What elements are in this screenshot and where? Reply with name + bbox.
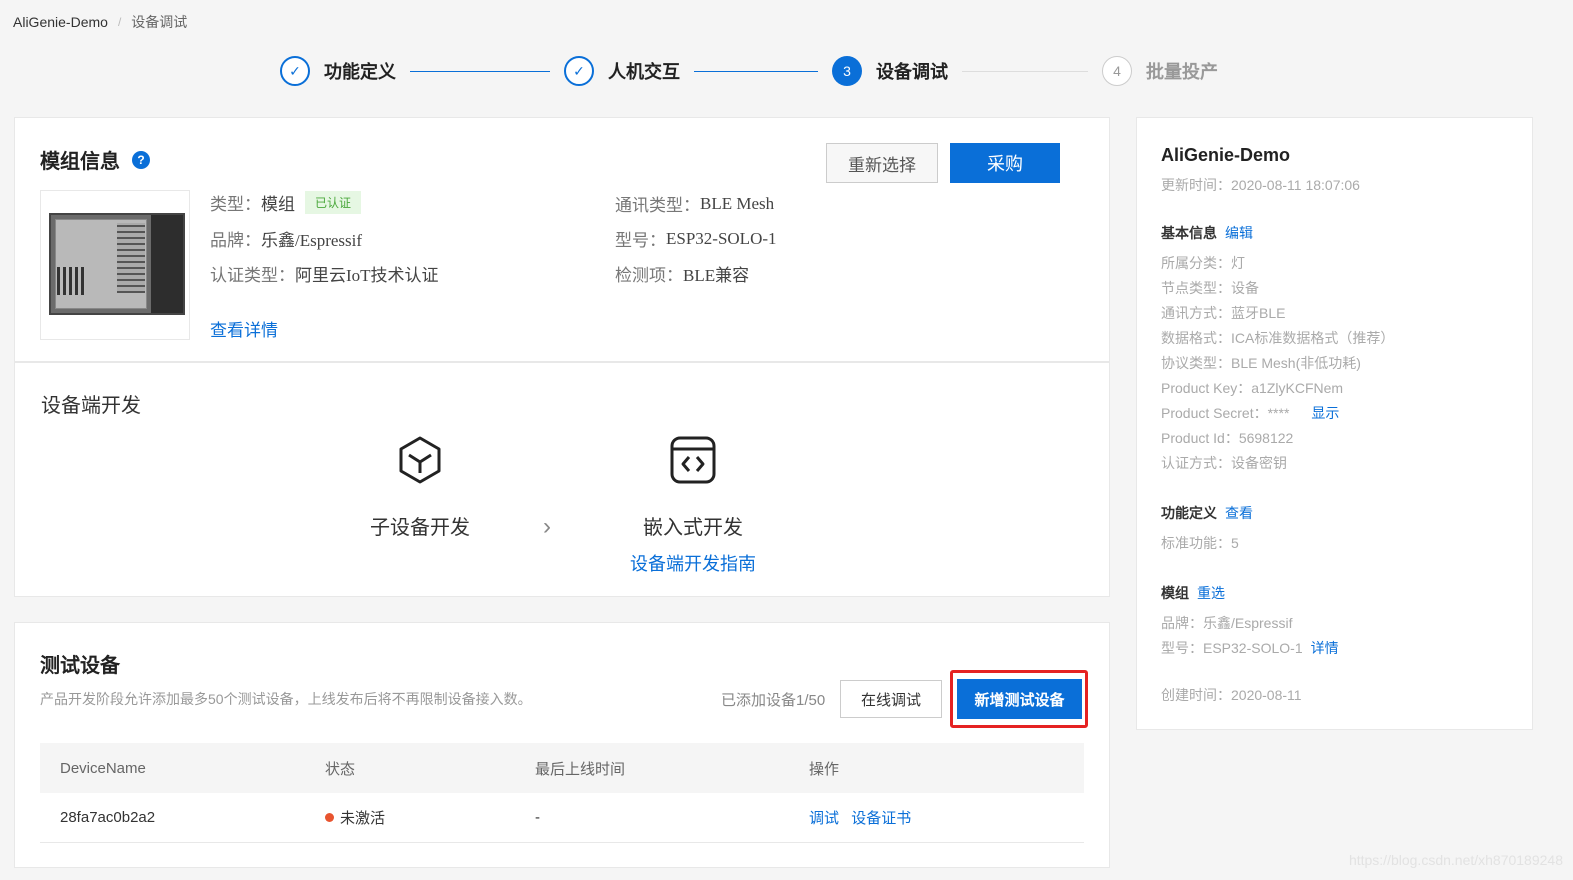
- progress-steps: ✓ 功能定义 ✓ 人机交互 3 设备调试 4 批量投产: [280, 54, 1218, 88]
- reselect-module-link[interactable]: 重选: [1197, 585, 1225, 601]
- module-info-card: 模组信息 ? 重新选择 采购 类型： 模组 已认证 品牌： 乐鑫/Espress…: [14, 117, 1110, 362]
- add-test-device-button[interactable]: 新增测试设备: [957, 679, 1082, 719]
- breadcrumb-separator: /: [117, 15, 122, 29]
- module-comm-type: 通讯类型： BLE Mesh: [615, 193, 775, 216]
- actions-cell: 调试 设备证书: [809, 807, 1084, 828]
- buy-button[interactable]: 采购: [950, 143, 1060, 183]
- step-human-interaction[interactable]: ✓ 人机交互: [564, 56, 680, 86]
- check-icon: ✓: [564, 56, 594, 86]
- certified-badge: 已认证: [305, 191, 362, 214]
- sub-device-dev-option[interactable]: 子设备开发: [365, 435, 475, 540]
- standard-functions-line: 标准功能：5: [1161, 535, 1239, 551]
- product-secret-line: Product Secret：**** 显示: [1161, 405, 1340, 421]
- view-details-link[interactable]: 查看详情: [210, 316, 278, 341]
- help-icon[interactable]: ?: [132, 150, 150, 169]
- breadcrumb: AliGenie-Demo / 设备调试: [13, 12, 187, 32]
- step-label: 人机交互: [608, 62, 680, 82]
- module-cert-type: 认证类型： 阿里云IoT技术认证: [210, 266, 439, 285]
- qr-code: [57, 267, 85, 295]
- status-dot-icon: [325, 813, 334, 822]
- check-icon: ✓: [280, 56, 310, 86]
- module-info-title: 模组信息 ?: [40, 145, 150, 174]
- module-heading: 模组 重选: [1161, 585, 1225, 601]
- step-mass-production[interactable]: 4 批量投产: [1102, 56, 1218, 86]
- chevron-right-icon: ›: [543, 513, 551, 540]
- sub-device-dev-label: 子设备开发: [370, 517, 470, 539]
- table-header: DeviceName 状态 最后上线时间 操作: [40, 743, 1084, 793]
- table-row: 28fa7ac0b2a2 未激活 - 调试 设备证书: [40, 793, 1084, 843]
- device-dev-guide-link[interactable]: 设备端开发指南: [620, 550, 766, 576]
- step-number: 3: [832, 56, 862, 86]
- category-line: 所属分类：灯: [1161, 255, 1245, 271]
- node-type-line: 节点类型：设备: [1161, 280, 1259, 296]
- auth-method-line: 认证方式：设备密钥: [1161, 455, 1287, 471]
- view-functions-link[interactable]: 查看: [1225, 505, 1253, 521]
- device-name-cell: 28fa7ac0b2a2: [60, 809, 156, 826]
- step-function-definition[interactable]: ✓ 功能定义: [280, 56, 396, 86]
- reselect-button[interactable]: 重新选择: [826, 143, 938, 183]
- debug-link[interactable]: 调试: [809, 810, 839, 827]
- step-label: 设备调试: [876, 62, 948, 82]
- protocol-line: 协议类型：BLE Mesh(非低功耗): [1161, 355, 1361, 371]
- device-cert-link[interactable]: 设备证书: [851, 810, 911, 827]
- module-type: 类型： 模组 已认证: [210, 190, 362, 215]
- watermark: https://blog.csdn.net/xh870189248: [1348, 852, 1563, 868]
- step-connector: [694, 70, 818, 72]
- step-connector: [962, 70, 1088, 72]
- module-detail-link[interactable]: 详情: [1311, 640, 1339, 656]
- test-devices-table: DeviceName 状态 最后上线时间 操作 28fa7ac0b2a2 未激活…: [40, 743, 1084, 843]
- step-label: 功能定义: [324, 62, 396, 82]
- module-brand-line: 品牌：乐鑫/Espressif: [1161, 615, 1293, 631]
- test-devices-desc: 产品开发阶段允许添加最多50个测试设备，上线发布后将不再限制设备接入数。: [40, 691, 532, 707]
- status-cell: 未激活: [325, 807, 535, 828]
- code-window-icon: [670, 436, 716, 484]
- embedded-dev-label: 嵌入式开发: [643, 517, 743, 539]
- added-device-count: 已添加设备1/50: [721, 692, 826, 709]
- product-id-line: Product Id：5698122: [1161, 430, 1294, 446]
- module-model-line: 型号：ESP32-SOLO-1 详情: [1161, 640, 1339, 656]
- step-device-debug[interactable]: 3 设备调试: [832, 56, 948, 86]
- chip-graphic: [49, 213, 185, 315]
- step-number: 4: [1102, 56, 1132, 86]
- last-online-cell: -: [535, 809, 540, 826]
- module-brand: 品牌： 乐鑫/Espressif: [210, 231, 363, 250]
- product-summary-card: AliGenie-Demo 更新时间：2020-08-11 18:07:06 基…: [1136, 117, 1533, 730]
- updated-time: 更新时间：2020-08-11 18:07:06: [1161, 177, 1360, 193]
- device-dev-card: 设备端开发 子设备开发 › 嵌入式开发 设备端开发指南: [14, 362, 1110, 597]
- cube-icon: [399, 436, 441, 484]
- device-dev-title: 设备端开发: [41, 395, 141, 417]
- product-key-line: Product Key：a1ZlyKCFNem: [1161, 380, 1344, 396]
- breadcrumb-root[interactable]: AliGenie-Demo: [13, 14, 108, 30]
- embedded-dev-option[interactable]: 嵌入式开发 设备端开发指南: [620, 435, 766, 576]
- breadcrumb-current: 设备调试: [131, 14, 188, 30]
- online-debug-button[interactable]: 在线调试: [840, 680, 942, 718]
- comm-method-line: 通讯方式：蓝牙BLE: [1161, 305, 1286, 321]
- product-title: AliGenie-Demo: [1161, 145, 1291, 165]
- step-label: 批量投产: [1146, 62, 1218, 82]
- test-devices-card: 测试设备 产品开发阶段允许添加最多50个测试设备，上线发布后将不再限制设备接入数…: [14, 622, 1110, 868]
- data-format-line: 数据格式：ICA标准数据格式（推荐）: [1161, 330, 1395, 346]
- basic-info-heading: 基本信息 编辑: [1161, 225, 1253, 241]
- module-check-items: 检测项： BLE兼容: [615, 266, 750, 285]
- highlight-box: 新增测试设备: [950, 670, 1088, 728]
- test-devices-title: 测试设备: [40, 655, 120, 677]
- function-definition-heading: 功能定义 查看: [1161, 505, 1253, 521]
- created-time: 创建时间：2020-08-11: [1161, 687, 1302, 703]
- step-connector: [410, 70, 550, 72]
- show-secret-link[interactable]: 显示: [1311, 405, 1339, 421]
- edit-basic-info-link[interactable]: 编辑: [1225, 225, 1253, 241]
- module-image: [40, 190, 190, 340]
- module-model: 型号： ESP32-SOLO-1: [615, 228, 777, 251]
